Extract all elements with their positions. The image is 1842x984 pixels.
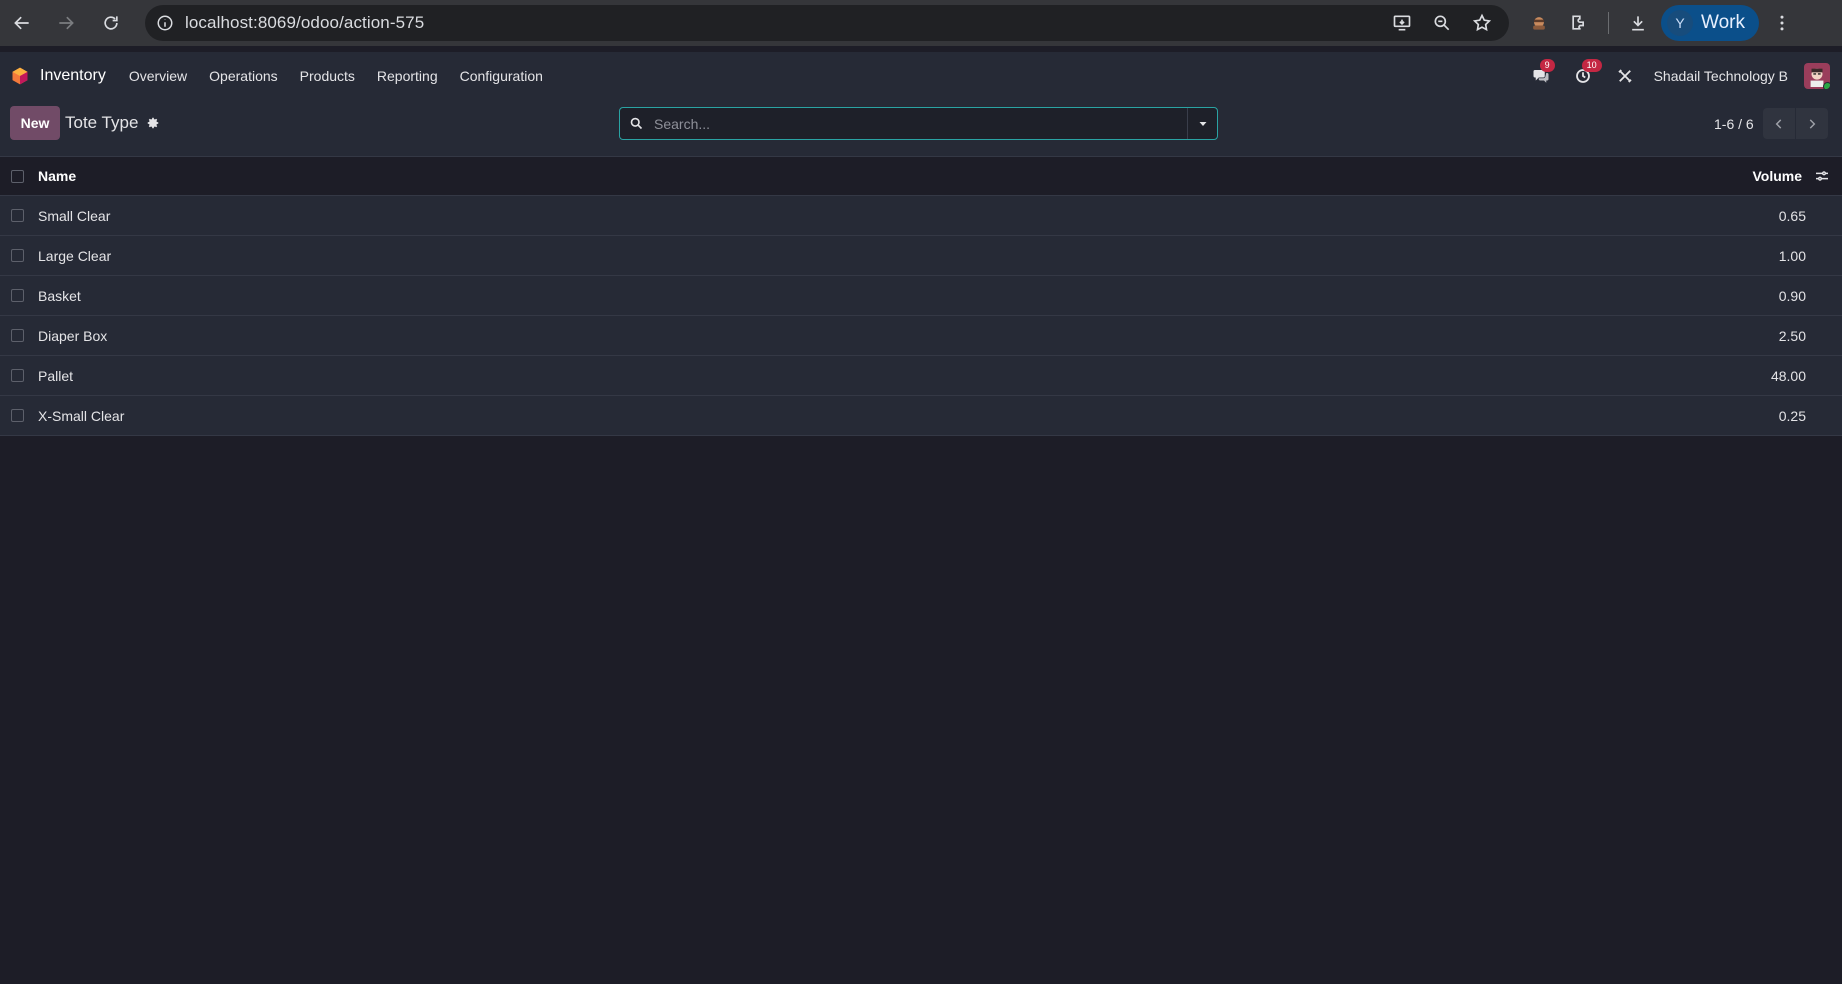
browser-toolbar: localhost:8069/odoo/action-575 Y Work xyxy=(0,0,1842,46)
extensions-puzzle-icon[interactable] xyxy=(1562,6,1596,40)
menu-overview[interactable]: Overview xyxy=(118,68,198,84)
cell-name: Large Clear xyxy=(38,247,112,264)
row-checkbox[interactable] xyxy=(11,369,24,382)
user-avatar[interactable] xyxy=(1804,63,1830,89)
select-all-checkbox[interactable] xyxy=(11,169,24,183)
company-switcher[interactable]: Shadail Technology B xyxy=(1654,68,1788,84)
tools-icon xyxy=(1617,69,1632,83)
row-checkbox[interactable] xyxy=(11,209,24,222)
extension-agent-icon[interactable] xyxy=(1522,6,1556,40)
cell-volume: 2.50 xyxy=(1778,327,1806,344)
row-checkbox[interactable] xyxy=(11,409,24,422)
toolbar-divider xyxy=(1608,12,1609,34)
search-bar xyxy=(619,107,1218,140)
table-row[interactable]: X-Small Clear 0.25 xyxy=(0,396,1842,436)
cell-name: Small Clear xyxy=(38,207,111,224)
url-text: localhost:8069/odoo/action-575 xyxy=(185,13,425,32)
profile-avatar: Y xyxy=(1667,10,1693,36)
messages-count-badge: 9 xyxy=(1539,59,1555,72)
profile-button[interactable]: Y Work xyxy=(1661,5,1759,41)
reload-icon xyxy=(104,16,118,30)
menu-configuration[interactable]: Configuration xyxy=(449,68,554,84)
cell-volume: 0.25 xyxy=(1778,407,1806,424)
site-info-icon[interactable] xyxy=(145,14,185,32)
reload-button[interactable] xyxy=(91,3,131,43)
app-name[interactable]: Inventory xyxy=(40,67,106,85)
table-header: Name Volume xyxy=(0,157,1842,196)
pager-next-button[interactable] xyxy=(1796,108,1828,139)
pager-previous-button[interactable] xyxy=(1763,108,1795,139)
gear-icon[interactable] xyxy=(146,116,160,130)
breadcrumb: Tote Type xyxy=(65,113,160,133)
cell-volume: 0.65 xyxy=(1778,207,1806,224)
search-icon xyxy=(620,116,652,131)
menu-reporting[interactable]: Reporting xyxy=(366,68,449,84)
online-status-dot xyxy=(1823,82,1830,89)
zoom-icon[interactable] xyxy=(1425,6,1459,40)
column-header-volume[interactable]: Volume xyxy=(1712,168,1802,184)
menu-products[interactable]: Products xyxy=(289,68,366,84)
bookmark-star-icon[interactable] xyxy=(1465,6,1499,40)
chrome-menu-icon[interactable] xyxy=(1765,6,1799,40)
column-header-name[interactable]: Name xyxy=(38,168,1712,184)
table-row[interactable]: Basket 0.90 xyxy=(0,276,1842,316)
profile-name: Work xyxy=(1701,12,1745,33)
cell-name: Diaper Box xyxy=(38,327,108,344)
back-button[interactable] xyxy=(2,3,42,43)
cell-volume: 48.00 xyxy=(1770,367,1806,384)
row-checkbox[interactable] xyxy=(11,249,24,262)
control-panel: New Tote Type 1-6 / 6 xyxy=(0,100,1842,157)
inventory-app-icon[interactable] xyxy=(10,66,30,86)
address-bar[interactable]: localhost:8069/odoo/action-575 xyxy=(145,5,1509,41)
table-row[interactable]: Large Clear 1.00 xyxy=(0,236,1842,276)
caret-down-icon xyxy=(1199,121,1206,126)
messages-button[interactable]: 9 xyxy=(1528,59,1555,89)
row-checkbox[interactable] xyxy=(11,329,24,342)
table-row[interactable]: Small Clear 0.65 xyxy=(0,196,1842,236)
install-app-icon[interactable] xyxy=(1385,6,1419,40)
search-options-toggle[interactable] xyxy=(1187,108,1217,139)
activities-button[interactable]: 10 xyxy=(1570,59,1602,89)
table-row[interactable]: Diaper Box 2.50 xyxy=(0,316,1842,356)
search-input[interactable] xyxy=(652,114,1187,133)
debug-tools-button[interactable] xyxy=(1612,63,1638,89)
optional-columns-button[interactable] xyxy=(1802,168,1842,184)
cell-volume: 0.90 xyxy=(1778,287,1806,304)
menu-operations[interactable]: Operations xyxy=(198,68,288,84)
arrow-right-icon xyxy=(59,16,74,30)
download-icon[interactable] xyxy=(1621,6,1655,40)
page-title: Tote Type xyxy=(65,113,139,132)
list-view: Name Volume Small Clear 0.65 Large Clear… xyxy=(0,157,1842,436)
row-checkbox[interactable] xyxy=(11,289,24,302)
table-row[interactable]: Pallet 48.00 xyxy=(0,356,1842,396)
sliders-icon xyxy=(1816,171,1828,181)
cell-name: Pallet xyxy=(38,367,74,384)
pager-value[interactable]: 1-6 / 6 xyxy=(1714,116,1754,132)
cell-name: X-Small Clear xyxy=(38,407,125,424)
forward-button[interactable] xyxy=(46,3,86,43)
cell-name: Basket xyxy=(38,287,81,304)
cell-volume: 1.00 xyxy=(1778,247,1806,264)
activities-count-badge: 10 xyxy=(1581,59,1602,72)
new-button[interactable]: New xyxy=(10,106,60,140)
chevron-left-icon xyxy=(1775,118,1782,129)
chevron-right-icon xyxy=(1809,118,1816,129)
odoo-navbar: Inventory Overview Operations Products R… xyxy=(0,52,1842,100)
arrow-left-icon xyxy=(14,16,29,30)
